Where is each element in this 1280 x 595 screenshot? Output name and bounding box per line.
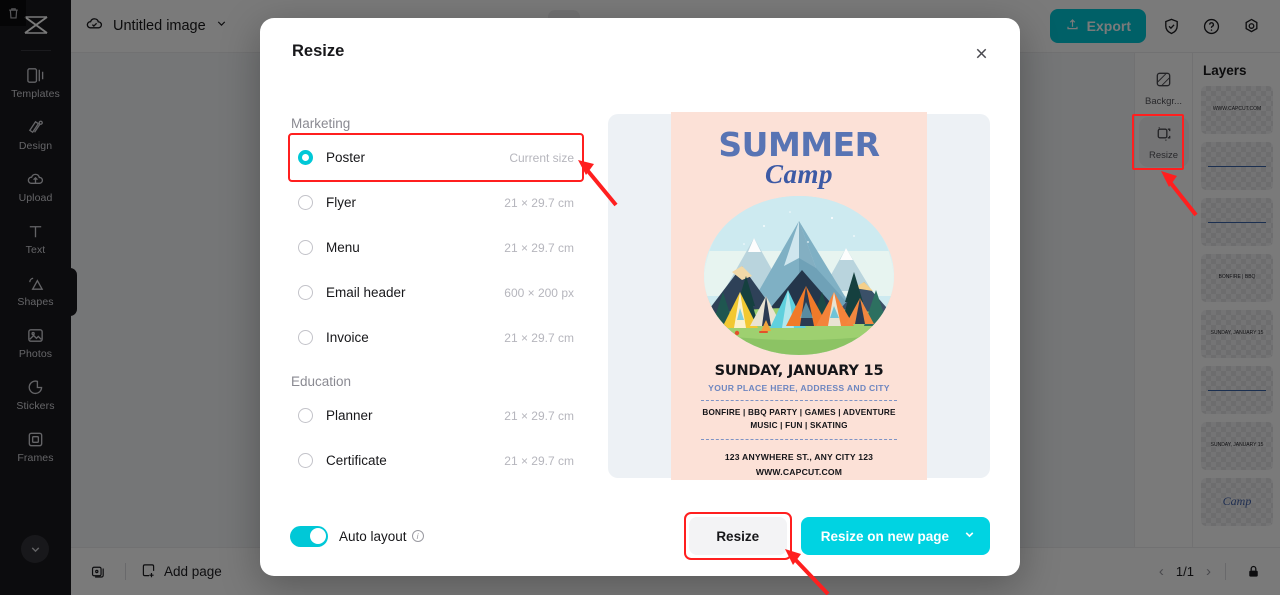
- poster-divider-top: [701, 400, 897, 402]
- size-option-planner[interactable]: Planner 21 × 29.7 cm: [290, 393, 582, 438]
- size-option-dimensions: 21 × 29.7 cm: [504, 408, 574, 423]
- poster-preview: SUMMER Camp SUNDAY, JANUARY 15 YOUR PLAC…: [671, 112, 927, 480]
- camping-illustration: [704, 196, 894, 356]
- size-option-label: Invoice: [326, 330, 369, 345]
- poster-place: YOUR PLACE HERE, ADDRESS AND CITY: [708, 383, 890, 394]
- radio-button[interactable]: [298, 330, 313, 345]
- size-option-label: Certificate: [326, 453, 387, 468]
- size-group-title: Education: [291, 374, 352, 389]
- size-option-invoice[interactable]: Invoice 21 × 29.7 cm: [290, 315, 582, 360]
- size-options-list: Marketing Poster Current size Flyer 21 × 29.…: [288, 84, 584, 496]
- poster-address: 123 ANYWHERE ST., ANY CITY 123: [724, 451, 874, 462]
- size-option-label: Email header: [326, 285, 406, 300]
- poster-activities: BONFIRE | BBQ PARTY | GAMES | ADVENTURE …: [702, 407, 895, 432]
- resize-on-new-page-label: Resize on new page: [820, 528, 949, 544]
- radio-button[interactable]: [298, 240, 313, 255]
- app-root: Templates Design Upload: [0, 0, 1280, 595]
- radio-button[interactable]: [298, 408, 313, 423]
- poster-contact: 123 ANYWHERE ST., ANY CITY 123 WWW.CAPCU…: [725, 450, 873, 480]
- poster-activities-line2: MUSIC | FUN | SKATING: [750, 420, 848, 430]
- resize-button[interactable]: Resize: [688, 517, 787, 555]
- auto-layout-label-wrap: Auto layout i: [339, 529, 424, 544]
- dialog-footer: Auto layout i Resize Resize on new page: [260, 496, 1020, 576]
- size-option-poster[interactable]: Poster Current size: [288, 133, 584, 182]
- camp-scene-svg: [704, 196, 894, 356]
- chevron-down-icon[interactable]: [963, 528, 976, 544]
- size-option-label: Poster: [326, 150, 366, 165]
- resize-button-wrap: Resize: [683, 512, 792, 560]
- poster-divider-bottom: [701, 438, 897, 440]
- poster-title: SUMMER: [718, 125, 880, 164]
- preview-panel: SUMMER Camp SUNDAY, JANUARY 15 YOUR PLAC…: [608, 112, 990, 480]
- auto-layout-control[interactable]: Auto layout i: [290, 525, 424, 547]
- size-option-label: Menu: [326, 240, 360, 255]
- poster-website: WWW.CAPCUT.COM: [755, 466, 843, 477]
- toggle-knob: [309, 528, 326, 544]
- size-option-certificate[interactable]: Certificate 21 × 29.7 cm: [290, 438, 582, 483]
- size-option-flyer[interactable]: Flyer 21 × 29.7 cm: [290, 180, 582, 225]
- poster-activities-line1: BONFIRE | BBQ PARTY | GAMES | ADVENTURE: [702, 408, 896, 418]
- dialog-header: Resize: [260, 18, 1020, 84]
- size-option-dimensions: Current size: [509, 150, 574, 165]
- resize-dialog: Resize Marketing Poster Current size Flyer 2…: [260, 18, 1020, 576]
- close-icon[interactable]: [968, 40, 994, 66]
- radio-button[interactable]: [298, 453, 313, 468]
- size-option-dimensions: 21 × 29.7 cm: [504, 453, 574, 468]
- dialog-title: Resize: [292, 41, 345, 60]
- info-icon[interactable]: i: [411, 530, 424, 542]
- radio-button[interactable]: [298, 285, 313, 300]
- size-option-email-header[interactable]: Email header 600 × 200 px: [290, 270, 582, 315]
- auto-layout-label: Auto layout: [339, 528, 407, 544]
- size-option-dimensions: 21 × 29.7 cm: [504, 195, 574, 210]
- poster-date: SUNDAY, JANUARY 15: [714, 363, 884, 380]
- auto-layout-toggle[interactable]: [290, 525, 328, 547]
- resize-on-new-page-button[interactable]: Resize on new page: [800, 517, 990, 555]
- size-option-label: Planner: [326, 408, 373, 423]
- size-option-label: Flyer: [326, 195, 356, 210]
- radio-button[interactable]: [298, 195, 313, 210]
- poster-subtitle: Camp: [764, 159, 833, 189]
- dialog-body: Marketing Poster Current size Flyer 21 × 29.…: [260, 84, 1020, 496]
- size-option-dimensions: 21 × 29.7 cm: [504, 240, 574, 255]
- size-option-dimensions: 21 × 29.7 cm: [504, 330, 574, 345]
- size-option-menu[interactable]: Menu 21 × 29.7 cm: [290, 225, 582, 270]
- size-option-dimensions: 600 × 200 px: [504, 285, 574, 300]
- radio-button[interactable]: [298, 150, 313, 165]
- size-group-title: Marketing: [291, 116, 351, 131]
